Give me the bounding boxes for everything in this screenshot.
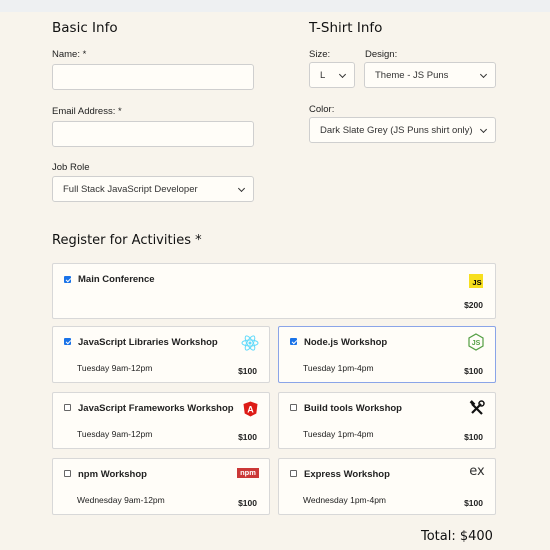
design-select[interactable]: Theme - JS Puns: [364, 62, 496, 88]
activity-nodejs[interactable]: Node.js Workshop JS Tuesday 1pm-4pm $100: [278, 326, 496, 383]
size-value: L: [320, 69, 326, 81]
activity-name: npm Workshop: [78, 469, 147, 480]
npm-icon: npm: [237, 468, 259, 478]
registration-form: Basic Info Name: * Email Address: * Job …: [0, 0, 550, 550]
activity-time: Tuesday 1pm-4pm: [303, 363, 374, 373]
activity-name: JavaScript Frameworks Workshop: [78, 403, 234, 414]
job-role-select[interactable]: Full Stack JavaScript Developer: [52, 176, 254, 202]
basic-info-heading: Basic Info: [52, 20, 118, 36]
activity-price: $100: [464, 366, 483, 376]
activity-time: Wednesday 1pm-4pm: [303, 495, 386, 505]
design-label: Design:: [365, 49, 398, 60]
activities-heading: Register for Activities *: [52, 233, 202, 248]
color-select[interactable]: Dark Slate Grey (JS Puns shirt only): [309, 117, 496, 143]
activity-name: JavaScript Libraries Workshop: [78, 337, 218, 348]
activity-price: $100: [464, 498, 483, 508]
tshirt-info-heading: T-Shirt Info: [309, 20, 383, 36]
js-libraries-checkbox[interactable]: [64, 338, 71, 345]
activity-time: Wednesday 9am-12pm: [77, 495, 165, 505]
activity-price: $100: [464, 432, 483, 442]
js-icon-text: JS: [472, 278, 482, 287]
activity-express[interactable]: Express Workshop ex Wednesday 1pm-4pm $1…: [278, 458, 496, 515]
color-value: Dark Slate Grey (JS Puns shirt only): [320, 124, 473, 136]
svg-text:JS: JS: [472, 340, 481, 347]
name-field[interactable]: [52, 64, 254, 90]
activity-price: $100: [238, 432, 257, 442]
activity-build-tools[interactable]: Build tools Workshop Tuesday 1pm-4pm $10…: [278, 392, 496, 449]
job-role-label: Job Role: [52, 162, 90, 173]
job-role-value: Full Stack JavaScript Developer: [63, 183, 198, 195]
activity-main-conference[interactable]: Main Conference JS $200: [52, 263, 496, 319]
build-tools-checkbox[interactable]: [290, 404, 297, 411]
js-frameworks-checkbox[interactable]: [64, 404, 71, 411]
activity-name: Node.js Workshop: [304, 337, 388, 348]
main-conference-checkbox[interactable]: [64, 276, 71, 283]
nodejs-checkbox[interactable]: [290, 338, 297, 345]
email-field[interactable]: [52, 121, 254, 147]
angular-icon: A: [243, 401, 258, 417]
size-label: Size:: [309, 49, 331, 60]
activity-js-libraries[interactable]: JavaScript Libraries Workshop Tuesday 9a…: [52, 326, 270, 383]
express-icon: ex: [467, 463, 487, 479]
activity-time: Tuesday 9am-12pm: [77, 363, 153, 373]
react-icon: [241, 334, 259, 352]
activity-name: Build tools Workshop: [304, 403, 402, 414]
total-cost: Total: $400: [421, 529, 493, 544]
design-value: Theme - JS Puns: [375, 69, 449, 81]
svg-text:A: A: [247, 405, 254, 415]
express-icon-text: ex: [469, 463, 485, 479]
activity-name: Main Conference: [78, 274, 155, 285]
activity-price: $100: [238, 366, 257, 376]
name-label: Name: *: [52, 49, 87, 60]
nodejs-icon: JS: [468, 333, 484, 351]
activity-npm[interactable]: npm Workshop npm Wednesday 9am-12pm $100: [52, 458, 270, 515]
activity-js-frameworks[interactable]: JavaScript Frameworks Workshop A Tuesday…: [52, 392, 270, 449]
tools-icon: [469, 400, 485, 416]
express-checkbox[interactable]: [290, 470, 297, 477]
email-label: Email Address: *: [52, 106, 122, 117]
color-label: Color:: [309, 104, 335, 115]
activity-price: $200: [464, 300, 483, 310]
js-icon: JS: [469, 274, 483, 288]
size-select[interactable]: L: [309, 62, 355, 88]
npm-checkbox[interactable]: [64, 470, 71, 477]
activity-time: Tuesday 9am-12pm: [77, 429, 153, 439]
npm-icon-text: npm: [240, 468, 256, 477]
activity-name: Express Workshop: [304, 469, 390, 480]
activity-price: $100: [238, 498, 257, 508]
activity-time: Tuesday 1pm-4pm: [303, 429, 374, 439]
